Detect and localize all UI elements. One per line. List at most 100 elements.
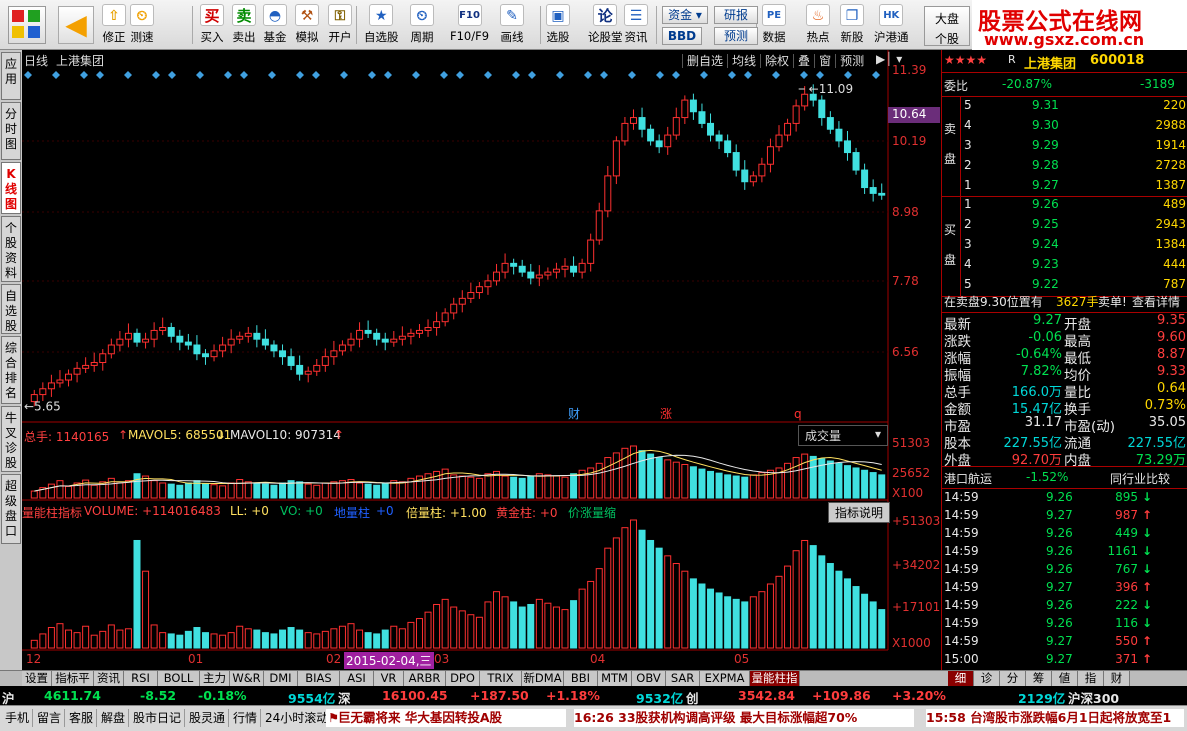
indicator-bar	[672, 563, 680, 649]
news-headline-3[interactable]: 15:58 台湾股市涨跌幅6月1日起将放宽至1	[926, 709, 1184, 727]
indicator-bar	[535, 598, 543, 649]
bottom-tab-2[interactable]: 资讯	[94, 671, 124, 687]
bottom-tab-10[interactable]: VR	[374, 671, 404, 687]
bottom-tab-16[interactable]: MTM	[598, 671, 632, 687]
market-stock-dropdown[interactable]: 大盘 个股	[924, 6, 970, 46]
quote-tab-0[interactable]: 细	[948, 671, 974, 687]
bottom-tab-12[interactable]: DPO	[446, 671, 480, 687]
quote-tab-3[interactable]: 筹	[1026, 671, 1052, 687]
left-tab-6[interactable]: 牛叉诊股	[1, 406, 21, 472]
news-headline-1[interactable]: ⚑ 巨无霸将来 华大基因转投A股	[326, 709, 566, 727]
info-diamond-icon	[556, 71, 564, 79]
bottom-tab-1[interactable]: 指标平台	[52, 671, 94, 700]
bottom-tab-14[interactable]: 新DMA	[522, 671, 564, 687]
left-tab-7[interactable]: 超级盘口	[1, 474, 21, 544]
bottom-tab-3[interactable]: RSI	[124, 671, 158, 687]
volume-type-dropdown[interactable]: 成交量 ▾	[798, 425, 888, 446]
bottom-tab-8[interactable]: BIAS	[298, 671, 340, 687]
indicator-tab-bar: 设置指标平台资讯RSIBOLL主力W&RDMIBIASASIVRARBRDPOT…	[0, 670, 1187, 700]
status-item-3[interactable]: 解盘	[98, 709, 130, 727]
indicator-explain-button[interactable]: 指标说明	[828, 502, 891, 523]
bottom-tab-9[interactable]: ASI	[340, 671, 374, 687]
quote-tab-6[interactable]: 财	[1104, 671, 1130, 687]
candle-body	[852, 152, 860, 171]
bottom-tab-18[interactable]: SAR	[666, 671, 700, 687]
sell-level: 5	[964, 98, 972, 112]
indicator-bar	[638, 529, 646, 649]
left-tab-3[interactable]: 个股资料	[1, 216, 21, 282]
toolbar-button-3[interactable]: 卖卖出	[232, 4, 256, 48]
toolbar-button-label: 测速	[130, 30, 154, 44]
toolbar-button-14[interactable]: PE 数据	[762, 4, 786, 48]
quote-tab-4[interactable]: 値	[1052, 671, 1078, 687]
left-tab-5[interactable]: 综合排名	[1, 336, 21, 404]
toolbar-button-0[interactable]: ⇧ 修正	[102, 4, 126, 48]
bottom-tab-4[interactable]: BOLL	[158, 671, 200, 687]
quote-tab-5[interactable]: 指	[1078, 671, 1104, 687]
toolbar-button-6[interactable]: ⚿ 开户	[328, 4, 352, 48]
status-item-4[interactable]: 股市日记	[130, 709, 186, 727]
quote-tab-1[interactable]: 诊	[974, 671, 1000, 687]
status-item-2[interactable]: 客服	[66, 709, 98, 727]
toolbar-button-5[interactable]: ⚒ 模拟	[295, 4, 319, 48]
peer-compare-link[interactable]: 同行业比较	[1110, 470, 1170, 488]
app-logo-icon[interactable]	[8, 6, 46, 44]
toolbar-button-11[interactable]: ▣ 选股	[546, 4, 570, 48]
tick-price: 9.27	[1046, 634, 1073, 648]
toolbar-button-9[interactable]: F10 F10/F9	[450, 4, 489, 48]
sector-name[interactable]: 港口航运	[944, 470, 992, 488]
market-dropdown-label[interactable]: 大盘	[925, 10, 969, 27]
bottom-tab-11[interactable]: ARBR	[404, 671, 446, 687]
left-tab-0[interactable]: 应用	[1, 52, 21, 100]
quote-tab-2[interactable]: 分	[1000, 671, 1026, 687]
indicator-bar	[296, 629, 304, 649]
status-item-0[interactable]: 手机	[2, 709, 34, 727]
weicha-value: -3189	[1140, 77, 1175, 91]
status-item-6[interactable]: 行情	[230, 709, 262, 727]
kline-chart-area[interactable]: 日线 上港集团 删自选 均线 除权叠窗预测 ▶│ ▾ ←11.09 ←5.65 财涨 q …	[22, 50, 948, 670]
toolbar-button-17[interactable]: HK 沪港通	[874, 4, 909, 48]
sell-note-link[interactable]: 查看详情	[1132, 293, 1180, 311]
candle-body	[493, 271, 501, 282]
toolbar-button-10[interactable]: ✎ 画线	[500, 4, 524, 48]
toolbar-button-15[interactable]: ♨ 热点	[806, 4, 830, 48]
candle-body	[784, 122, 792, 136]
buy-price: 9.25	[1032, 217, 1059, 231]
left-tab-1[interactable]: 分时图	[1, 102, 21, 160]
left-tab-4[interactable]: 自选股	[1, 284, 21, 334]
left-tab-2[interactable]: K线图	[1, 162, 21, 214]
toolbar-button-8[interactable]: ⏲ 周期	[410, 4, 434, 48]
bottom-tab-20[interactable]: 量能柱指标	[750, 671, 800, 700]
toolbar-button-7[interactable]: ★ 自选股	[364, 4, 399, 48]
bottom-tab-7[interactable]: DMI	[264, 671, 298, 687]
research-button[interactable]: 研报	[714, 6, 758, 24]
bottom-tab-0[interactable]: 设置	[22, 671, 52, 687]
status-item-5[interactable]: 股灵通	[186, 709, 230, 727]
status-item-7[interactable]: 24小时滚动	[262, 709, 333, 727]
news-headline-1-text[interactable]: 巨无霸将来 华大基因转投A股	[338, 710, 502, 725]
status-item-1[interactable]: 留言	[34, 709, 66, 727]
bottom-tab-19[interactable]: EXPMA	[700, 671, 750, 687]
fund-button[interactable]: 资金 ▾	[662, 6, 708, 24]
toolbar-button-13[interactable]: ☰ 资讯	[624, 4, 648, 48]
bottom-tab-17[interactable]: OBV	[632, 671, 666, 687]
bottom-tab-6[interactable]: W&R	[230, 671, 264, 687]
volume-bar	[655, 457, 663, 499]
toolbar-button-label: 热点	[806, 30, 830, 44]
back-arrow-icon[interactable]: ◀	[58, 6, 94, 44]
news-headline-2[interactable]: 16:26 33股获机构调高评级 最大目标涨幅超70%	[574, 709, 914, 727]
bbd-button[interactable]: BBD	[662, 27, 702, 45]
bottom-tab-5[interactable]: 主力	[200, 671, 230, 687]
toolbar-button-12[interactable]: 论论股堂	[588, 4, 623, 48]
bottom-tab-15[interactable]: BBI	[564, 671, 598, 687]
toolbar-button-4[interactable]: ◓ 基金	[263, 4, 287, 48]
toolbar-button-2[interactable]: 买买入	[200, 4, 224, 48]
brand-banner[interactable]: 股票公式在线网 www.gsxz.com.cn	[972, 0, 1187, 50]
tick-volume: 767	[1115, 562, 1138, 576]
bottom-tab-13[interactable]: TRIX	[480, 671, 522, 687]
forecast-button[interactable]: 预测	[714, 27, 758, 45]
toolbar-button-1[interactable]: ⏲ 测速	[130, 4, 154, 48]
left-tab-label: 应用	[4, 57, 17, 86]
stock-dropdown-label[interactable]: 个股	[925, 30, 969, 47]
toolbar-button-16[interactable]: ❐ 新股	[840, 4, 864, 48]
